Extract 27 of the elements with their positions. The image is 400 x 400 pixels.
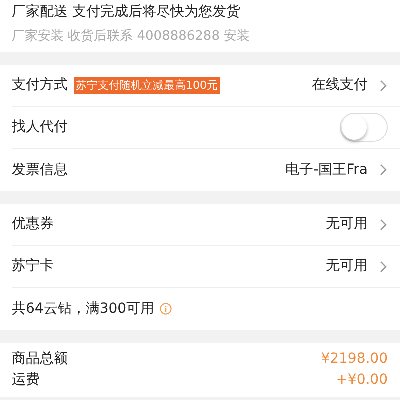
summary-amount: +¥0.00 [336, 371, 388, 390]
settings-row[interactable]: 支付方式 苏宁支付随机立减最高100元 在线支付 [12, 65, 400, 107]
promo-tag: 苏宁支付随机立减最高100元 [74, 77, 220, 94]
chevron-right-icon [380, 80, 388, 92]
settings-row[interactable]: 优惠券 无可用 [12, 204, 400, 246]
row-value: 电子-国王Fra [286, 160, 368, 180]
row-label: 共64云钻，满300可用 [12, 300, 155, 318]
row-value: 无可用 [326, 215, 368, 234]
summary-label: 运费 [12, 371, 40, 390]
row-label: 支付方式 [12, 76, 68, 95]
settings-row[interactable]: 苏宁卡 无可用 [12, 246, 400, 288]
row-value: 无可用 [326, 257, 368, 276]
delivery-title: 厂家配送 支付完成后将尽快为您发货 [12, 3, 242, 22]
settings-row[interactable]: 发票信息 电子-国王Fra [12, 149, 400, 191]
row-label: 发票信息 [12, 160, 68, 180]
row-label: 苏宁卡 [12, 257, 54, 276]
summary-label: 商品总额 [12, 350, 68, 369]
toggle-switch[interactable] [340, 113, 388, 142]
row-label: 优惠券 [12, 215, 54, 234]
chevron-right-icon [380, 164, 388, 176]
chevron-right-icon [380, 218, 388, 230]
info-icon[interactable] [160, 303, 172, 315]
summary-amount: ¥2198.00 [321, 350, 388, 369]
row-value: 在线支付 [312, 76, 368, 95]
row-label: 找人代付 [12, 118, 68, 137]
chevron-right-icon [380, 260, 388, 272]
install-note: 厂家安装 收货后联系 4008886288 安装 [12, 28, 252, 46]
